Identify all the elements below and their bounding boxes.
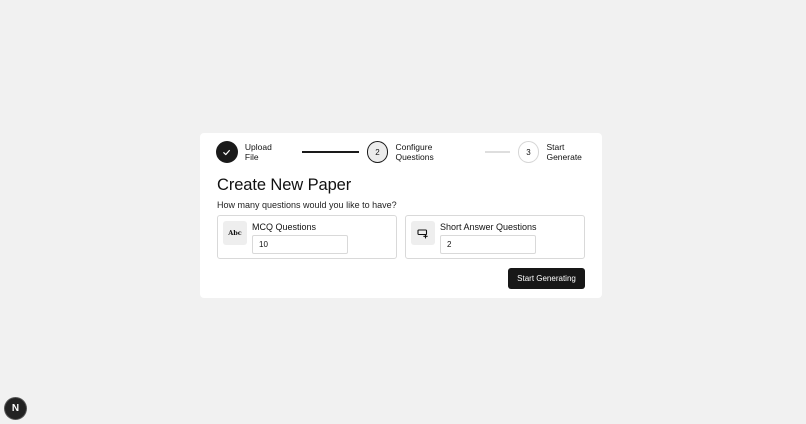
step-connector — [484, 151, 510, 153]
nextjs-logo-icon[interactable]: N — [5, 398, 26, 419]
step-label: Upload File — [244, 142, 272, 162]
short-answer-questions-label: Short Answer Questions — [440, 222, 537, 232]
short-answer-questions-input[interactable] — [440, 235, 536, 254]
page-subtitle: How many questions would you like to hav… — [217, 200, 397, 210]
mcq-questions-input[interactable] — [252, 235, 348, 254]
start-generating-button[interactable]: Start Generating — [508, 268, 585, 289]
short-answer-questions-box: Short Answer Questions — [405, 215, 585, 259]
step-label: Configure Questions — [395, 142, 434, 162]
step-connector — [301, 151, 359, 153]
stepper: Upload File 2 Configure Questions 3 Star… — [216, 141, 602, 163]
text-cursor-plus-icon — [411, 221, 435, 245]
page-title: Create New Paper — [217, 176, 352, 194]
mcq-questions-label: MCQ Questions — [252, 222, 317, 232]
badge-letter: N — [11, 403, 20, 414]
step-number: 2 — [366, 141, 389, 163]
step-configure-questions[interactable]: 2 Configure Questions — [366, 141, 473, 163]
abc-icon: Abc — [223, 221, 247, 245]
mcq-questions-box: Abc MCQ Questions — [217, 215, 397, 259]
check-icon — [216, 141, 238, 163]
step-label: Start Generate — [546, 142, 582, 162]
step-upload-file[interactable]: Upload File — [216, 141, 288, 163]
step-start-generate[interactable]: 3 Start Generate — [517, 141, 602, 163]
create-paper-card: Upload File 2 Configure Questions 3 Star… — [200, 133, 602, 298]
abc-icon-text: Abc — [228, 229, 242, 237]
step-number: 3 — [517, 141, 540, 163]
